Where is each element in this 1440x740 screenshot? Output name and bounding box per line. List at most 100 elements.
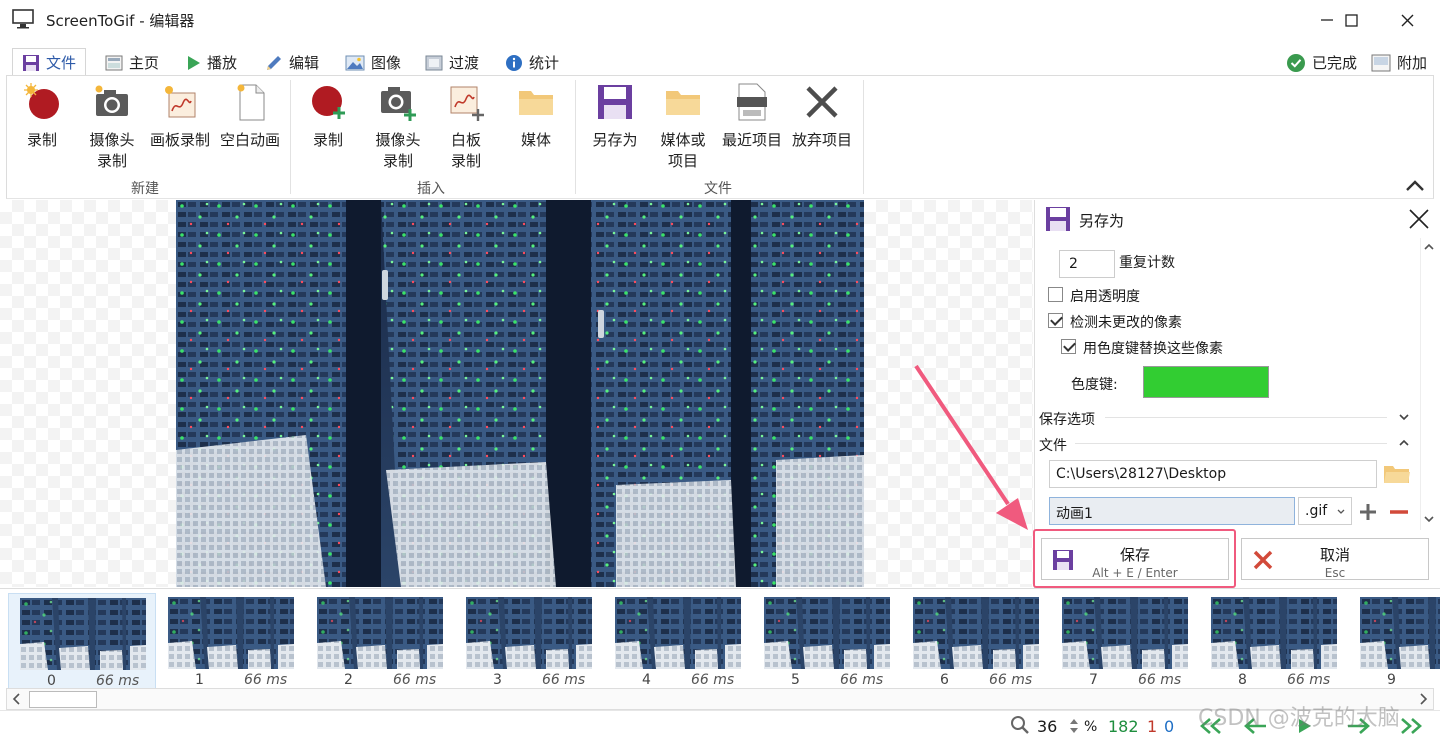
frame-thumbnail[interactable]: 9 — [1349, 593, 1440, 689]
tab-transition[interactable]: 过渡 — [416, 49, 488, 76]
zoom-value[interactable]: 36 — [1037, 717, 1057, 736]
enable-transparency-checkbox[interactable] — [1048, 287, 1063, 302]
tab-edit[interactable]: 编辑 — [256, 49, 328, 76]
chevron-down-icon[interactable] — [1397, 410, 1411, 424]
scroll-left-icon[interactable] — [10, 691, 24, 707]
done-indicator[interactable]: 已完成 — [1277, 49, 1366, 76]
tab-label: 播放 — [207, 54, 238, 72]
scroll-up-icon[interactable] — [1422, 240, 1436, 254]
maximize-button[interactable] — [1328, 0, 1374, 40]
frame-preview-image — [176, 200, 864, 587]
group-separator — [290, 80, 291, 194]
panel-scrollbar[interactable] — [1420, 238, 1436, 530]
tab-play[interactable]: 播放 — [178, 49, 246, 76]
remove-icon[interactable] — [1388, 502, 1410, 522]
chevron-up-icon[interactable] — [1397, 436, 1411, 450]
scroll-right-icon[interactable] — [1416, 691, 1430, 707]
ribbon-panel: 录制 摄像头 录制 画板录制 空白动画 新建 录制 摄像头 录制 白板 录制 媒… — [6, 75, 1434, 199]
maximize-icon — [1344, 13, 1358, 27]
detect-unchanged-checkbox[interactable] — [1048, 313, 1063, 328]
save-options-header[interactable]: 保存选项 — [1039, 409, 1095, 429]
frame-duration: 66 ms — [542, 672, 586, 688]
collapse-ribbon-icon[interactable] — [1403, 176, 1427, 196]
new-blank-animation-button[interactable]: 空白动画 — [217, 82, 283, 151]
close-panel-icon[interactable] — [1408, 208, 1430, 230]
image-icon — [345, 55, 365, 70]
frame-thumbnail-image — [1360, 597, 1440, 669]
recent-projects-button[interactable]: 最近项目 — [719, 82, 785, 151]
frame-index: 7 — [1089, 672, 1098, 688]
group-label-file: 文件 — [704, 181, 732, 197]
last-frame-icon[interactable] — [1396, 717, 1426, 735]
frame-thumbnail[interactable]: 3 66 ms — [455, 593, 603, 689]
frame-filmstrip[interactable]: 0 66 ms 1 66 ms 2 66 ms 3 66 ms 4 66 ms 5 66 ms 6 66 … — [0, 588, 1440, 689]
new-webcam-record-button[interactable]: 摄像头 录制 — [83, 82, 141, 172]
chroma-replace-label: 用色度键替换这些像素 — [1083, 341, 1223, 357]
info-icon — [506, 54, 522, 71]
frame-thumbnail[interactable]: 0 66 ms — [8, 593, 156, 689]
chroma-key-color-swatch[interactable] — [1143, 366, 1269, 398]
filename-input[interactable]: 动画1 — [1049, 497, 1295, 525]
scroll-down-icon[interactable] — [1422, 512, 1436, 526]
tab-label: 主页 — [129, 54, 160, 72]
file-section-header[interactable]: 文件 — [1039, 435, 1067, 455]
output-path-input[interactable]: C:\Users\28127\Desktop — [1049, 460, 1377, 488]
insert-board-record-button[interactable]: 白板 录制 — [443, 82, 489, 172]
new-board-record-button[interactable]: 画板录制 — [147, 82, 213, 151]
csdn-watermark: CSDN @波克的大脑 — [1198, 706, 1400, 731]
floppy-icon — [23, 54, 39, 71]
frame-index: 6 — [940, 672, 949, 688]
close-window-button[interactable] — [1384, 0, 1430, 40]
insert-webcam-record-button[interactable]: 摄像头 录制 — [369, 82, 427, 172]
frame-thumbnail[interactable]: 1 66 ms — [157, 593, 305, 689]
frame-thumbnail-image — [20, 598, 146, 670]
open-media-project-button[interactable]: 媒体或 项目 — [655, 82, 711, 172]
tab-statistics[interactable]: 统计 — [496, 49, 568, 76]
frame-thumbnail[interactable]: 2 66 ms — [306, 593, 454, 689]
frame-thumbnail[interactable]: 8 66 ms — [1200, 593, 1348, 689]
frame-thumbnail[interactable]: 4 66 ms — [604, 593, 752, 689]
repeat-count-input[interactable]: 2 — [1059, 250, 1115, 278]
frame-thumbnail[interactable]: 6 66 ms — [902, 593, 1050, 689]
frame-thumbnail-image — [317, 597, 443, 669]
zoom-stepper-icon[interactable] — [1069, 717, 1079, 735]
frame-duration: 66 ms — [989, 672, 1033, 688]
frame-thumbnail[interactable]: 7 66 ms — [1051, 593, 1199, 689]
record-icon — [24, 83, 59, 119]
discard-icon — [806, 86, 838, 118]
frame-thumbnail[interactable]: 5 66 ms — [753, 593, 901, 689]
extension-value: .gif — [1305, 503, 1328, 519]
frame-thumbnail-image — [466, 597, 592, 669]
frame-thumbnail-image — [913, 597, 1039, 669]
tab-image[interactable]: 图像 — [336, 49, 410, 76]
play-icon — [188, 55, 200, 70]
add-icon[interactable] — [1358, 502, 1378, 522]
discard-project-button[interactable]: 放弃项目 — [789, 82, 855, 151]
webcam-icon — [95, 85, 128, 116]
extension-select[interactable]: .gif — [1298, 497, 1352, 525]
frame-duration: 66 ms — [96, 673, 140, 689]
canvas-area[interactable] — [0, 200, 1033, 587]
tab-home[interactable]: 主页 — [96, 49, 168, 76]
save-as-icon — [598, 85, 632, 119]
new-record-button[interactable]: 录制 — [19, 82, 65, 151]
frame-duration: 66 ms — [1138, 672, 1182, 688]
attach-label: 附加 — [1397, 54, 1428, 72]
frame-count: 182 — [1108, 717, 1139, 736]
zoom-magnifier-icon — [1011, 716, 1029, 734]
board-record-icon — [165, 86, 196, 118]
browse-folder-icon[interactable] — [1383, 463, 1411, 485]
save-as-button[interactable]: 另存为 — [587, 82, 643, 151]
section-divider — [1075, 443, 1387, 444]
attach-button[interactable]: 附加 — [1362, 49, 1436, 76]
enable-transparency-label: 启用透明度 — [1070, 289, 1140, 305]
frame-index: 9 — [1387, 672, 1396, 688]
cancel-button[interactable]: 取消 Esc — [1241, 538, 1429, 580]
chroma-replace-checkbox[interactable] — [1061, 339, 1076, 354]
insert-media-button[interactable]: 媒体 — [513, 82, 559, 151]
frame-duration: 66 ms — [691, 672, 735, 688]
insert-record-button[interactable]: 录制 — [305, 82, 351, 151]
tab-label: 统计 — [529, 54, 560, 72]
tab-file[interactable]: 文件 — [12, 48, 87, 76]
scrollbar-thumb[interactable] — [29, 691, 97, 708]
